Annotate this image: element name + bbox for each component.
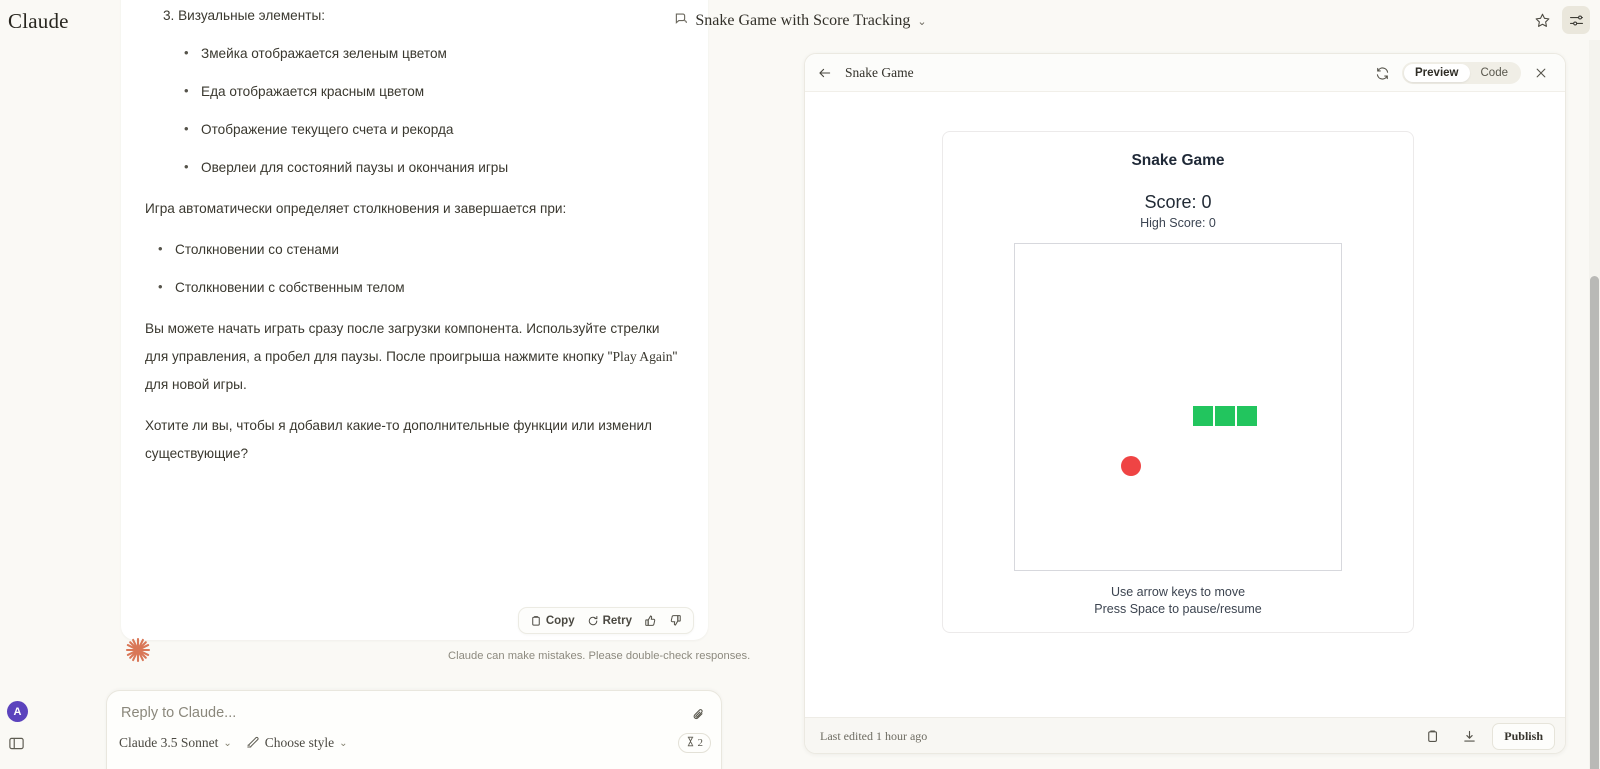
tokens-icon [686,736,695,750]
style-selector[interactable]: Choose style ⌄ [246,734,348,752]
app-root: Claude Snake Game with Score Tracking ⌄ [0,0,1600,769]
chevron-down-icon[interactable]: ⌄ [917,15,926,28]
arrow-left-icon[interactable] [817,65,833,81]
artifact-footer: Last edited 1 hour ago Publish [805,717,1565,754]
conversation-title[interactable]: Snake Game with Score Tracking ⌄ [0,11,1600,31]
chat-column: Пробел для паузы/возобновления игры 2. О… [0,0,790,769]
claude-starburst-icon [124,636,152,664]
game-board[interactable] [1014,243,1342,571]
snake-segment [1193,406,1213,426]
collision-intro: Игра автоматически определяет столкновен… [145,195,684,223]
sliders-icon[interactable] [1562,6,1590,34]
play-again-quote: Play Again [612,349,672,364]
pen-style-icon [246,734,260,752]
high-score-display: High Score: 0 [943,216,1413,230]
hint-line-1: Use arrow keys to move [943,584,1413,601]
reply-input[interactable]: Reply to Claude... [121,705,236,721]
model-selector-label: Claude 3.5 Sonnet [119,735,218,751]
star-icon[interactable] [1528,6,1556,34]
paperclip-icon[interactable] [691,707,706,727]
close-icon[interactable] [1527,59,1555,87]
artifact-preview-stage: Snake Game Score: 0 High Score: 0 Use ar… [805,92,1565,717]
assistant-message-body: Пробел для паузы/возобновления игры 2. О… [145,0,684,468]
thumbs-up-icon [644,614,657,627]
score-display: Score: 0 [943,192,1413,213]
list-item: Столкновении с собственным телом [175,274,684,302]
tab-code[interactable]: Code [1470,64,1520,82]
page-scrollbar-track[interactable] [1589,40,1600,769]
artifact-panel: Snake Game Preview Code [804,53,1566,754]
artifact-footer-actions: Publish [1418,722,1555,750]
play-paragraph: Вы можете начать играть сразу после загр… [145,315,684,399]
refresh-icon[interactable] [1368,59,1396,87]
section-3-list: Змейка отображается зеленым цветом Еда о… [145,40,684,182]
retry-button-label: Retry [603,615,632,627]
chat-bubble-icon [673,11,688,31]
hint-line-2: Press Space to pause/resume [943,601,1413,618]
thumbs-down-icon [669,614,682,627]
artifact-title: Snake Game [845,65,914,81]
closing-question: Хотите ли вы, чтобы я добавил какие-то д… [145,412,684,468]
context-count-value: 2 [698,737,704,749]
top-bar-actions [1528,6,1590,34]
page-scrollbar-thumb[interactable] [1590,276,1599,769]
style-selector-label: Choose style [265,735,334,751]
top-bar: Claude Snake Game with Score Tracking ⌄ [0,0,1600,40]
publish-button[interactable]: Publish [1492,723,1555,750]
avatar[interactable]: A [7,701,28,722]
context-count-badge[interactable]: 2 [678,733,712,753]
composer-footer: Claude 3.5 Sonnet ⌄ Choose style ⌄ [119,734,709,752]
collision-list: Столкновении со стенами Столкновении с с… [145,236,684,302]
model-selector[interactable]: Claude 3.5 Sonnet ⌄ [119,735,232,751]
game-hints: Use arrow keys to move Press Space to pa… [943,584,1413,618]
refresh-icon [587,615,599,627]
assistant-message-card: Пробел для паузы/возобновления игры 2. О… [121,0,708,640]
disclaimer-text: Claude can make mistakes. Please double-… [448,650,750,662]
composer[interactable]: Reply to Claude... Claude 3.5 Sonnet ⌄ [106,690,722,769]
chevron-down-icon: ⌄ [223,738,231,749]
last-edited-text: Last edited 1 hour ago [820,729,927,744]
clipboard-icon [530,615,542,627]
snake-segment [1237,406,1257,426]
snake-game-card: Snake Game Score: 0 High Score: 0 Use ar… [942,131,1414,633]
tab-preview[interactable]: Preview [1404,64,1469,82]
list-item: Столкновении со стенами [175,236,684,264]
play-paragraph-pre: Вы можете начать играть сразу после загр… [145,321,659,364]
artifact-view-toggle: Preview Code [1402,62,1521,84]
snake-segment [1215,406,1235,426]
conversation-title-text: Snake Game with Score Tracking [695,12,910,30]
artifact-header-actions: Preview Code [1368,59,1555,87]
list-item: Змейка отображается зеленым цветом [201,40,684,68]
game-title: Snake Game [943,152,1413,170]
artifact-header: Snake Game Preview Code [805,54,1565,92]
list-item: Еда отображается красным цветом [201,78,684,106]
thumbs-down-button[interactable] [665,612,686,629]
retry-button[interactable]: Retry [583,613,636,629]
panel-toggle-icon[interactable] [8,735,25,757]
thumbs-up-button[interactable] [640,612,661,629]
food-pellet [1121,456,1141,476]
download-icon[interactable] [1455,722,1483,750]
copy-icon[interactable] [1418,722,1446,750]
list-item: Оверлеи для состояний паузы и окончания … [201,154,684,182]
copy-button-label: Copy [546,615,575,627]
copy-button[interactable]: Copy [526,613,579,629]
list-item: Отображение текущего счета и рекорда [201,116,684,144]
message-action-toolbar: Copy Retry [518,607,694,634]
chevron-down-icon: ⌄ [339,738,347,749]
